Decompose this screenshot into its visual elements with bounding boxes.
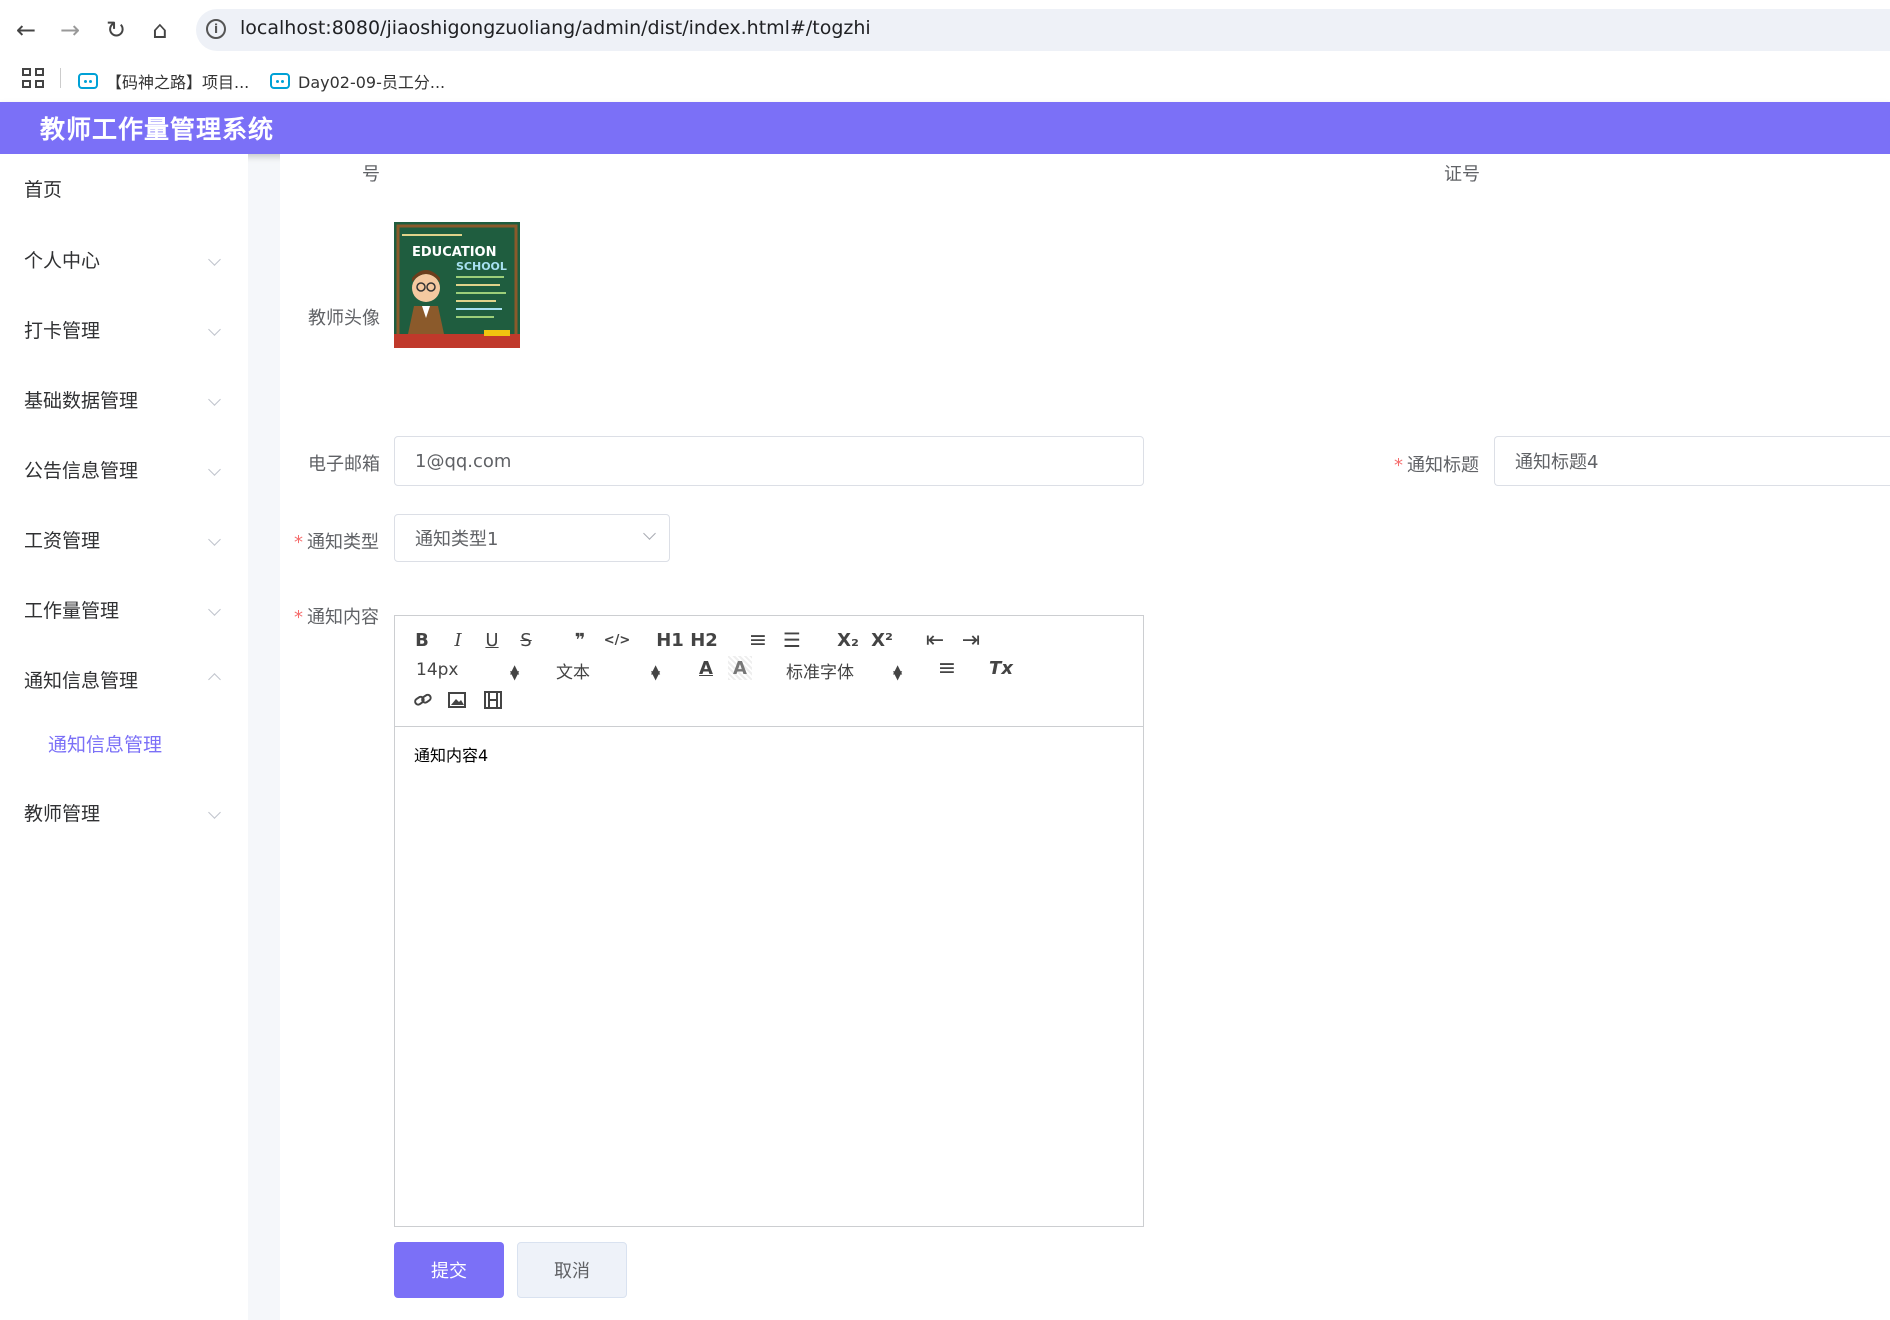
required-mark: * bbox=[1394, 455, 1403, 476]
sidebar-item-base-data[interactable]: 基础数据管理 bbox=[0, 364, 248, 434]
education-teacher-illustration: EDUCATION SCHOOL bbox=[394, 222, 520, 348]
sidebar-item-label: 首页 bbox=[24, 178, 63, 201]
teacher-avatar-image: EDUCATION SCHOOL bbox=[394, 222, 520, 348]
font-family-select-arrows-icon: ▼ bbox=[893, 668, 903, 682]
sidebar-item-notices[interactable]: 通知信息管理 bbox=[0, 644, 248, 714]
image-button[interactable] bbox=[444, 688, 470, 712]
font-size-select[interactable]: 14px bbox=[416, 658, 458, 682]
notice-title-label: * 通知标题 bbox=[1394, 451, 1479, 477]
chevron-down-icon bbox=[643, 527, 656, 540]
clean-format-button[interactable]: Tx bbox=[988, 656, 1014, 680]
link-button[interactable] bbox=[410, 688, 436, 712]
sidebar-item-checkin[interactable]: 打卡管理 bbox=[0, 294, 248, 364]
submenu-item-notices[interactable]: 通知信息管理 bbox=[0, 708, 248, 778]
outdent-button[interactable]: ⇤ bbox=[922, 628, 948, 653]
site-info-icon[interactable]: i bbox=[206, 19, 226, 39]
email-label: 电子邮箱 bbox=[308, 454, 380, 475]
bookmark-divider bbox=[60, 68, 61, 88]
home-icon[interactable]: ⌂ bbox=[142, 12, 178, 48]
url-text[interactable]: localhost:8080/jiaoshigongzuoliang/admin… bbox=[240, 17, 871, 39]
font-family-select[interactable]: 标准字体 bbox=[786, 658, 854, 683]
notice-type-label: * 通知类型 bbox=[294, 528, 379, 554]
chevron-up-icon bbox=[208, 672, 221, 686]
sidebar-item-label: 教师管理 bbox=[24, 802, 101, 825]
header-style-select-arrows-icon: ▼ bbox=[651, 668, 661, 682]
bookmark-item[interactable]: 【码神之路】项目... bbox=[78, 66, 249, 96]
heading-2-button[interactable]: H2 bbox=[690, 628, 718, 652]
chevron-down-icon bbox=[208, 602, 221, 616]
bookmark-item[interactable]: Day02-09-员工分... bbox=[270, 66, 445, 96]
editor-content[interactable]: 通知内容4 bbox=[414, 742, 488, 766]
sidebar-item-label: 打卡管理 bbox=[24, 319, 101, 342]
notice-type-value: 通知类型1 bbox=[415, 529, 499, 550]
apps-grid-icon[interactable] bbox=[20, 66, 44, 90]
video-button[interactable] bbox=[480, 688, 506, 712]
sidebar-item-home[interactable]: 首页 bbox=[0, 153, 248, 223]
text-color-button[interactable]: A bbox=[694, 656, 718, 680]
submit-button[interactable]: 提交 bbox=[394, 1242, 504, 1298]
underline-button[interactable]: U bbox=[480, 628, 504, 652]
app-header bbox=[0, 102, 1890, 154]
link-icon bbox=[414, 693, 432, 706]
chevron-down-icon bbox=[208, 462, 221, 476]
sidebar-item-personal-center[interactable]: 个人中心 bbox=[0, 224, 248, 294]
chevron-down-icon bbox=[208, 805, 221, 819]
bilibili-icon bbox=[78, 73, 98, 89]
image-icon bbox=[448, 692, 466, 708]
required-mark: * bbox=[294, 607, 303, 628]
blockquote-button[interactable]: ❞ bbox=[568, 628, 592, 652]
app-title: 教师工作量管理系统 bbox=[40, 115, 275, 144]
bookmark-label: 【码神之路】项目... bbox=[106, 73, 250, 92]
sidebar-item-label: 基础数据管理 bbox=[24, 389, 139, 412]
sidebar-item-label: 公告信息管理 bbox=[24, 459, 139, 482]
heading-1-button[interactable]: H1 bbox=[656, 628, 684, 652]
reload-icon[interactable]: ↻ bbox=[98, 12, 134, 48]
italic-button[interactable]: I bbox=[446, 628, 470, 652]
chevron-down-icon bbox=[208, 392, 221, 406]
avatar-label: 教师头像 bbox=[308, 308, 380, 329]
avatar-art-text: EDUCATION bbox=[412, 245, 496, 260]
bullet-list-button[interactable]: ☰ bbox=[780, 628, 804, 652]
background-color-button[interactable]: A bbox=[728, 656, 752, 680]
required-mark: * bbox=[294, 532, 303, 553]
sidebar-item-teachers[interactable]: 教师管理 bbox=[0, 777, 248, 847]
font-size-select-arrows-icon: ▼ bbox=[510, 668, 520, 682]
sidebar-item-label: 工资管理 bbox=[24, 529, 101, 552]
forward-arrow-icon[interactable]: → bbox=[52, 12, 88, 48]
sidebar-item-label: 工作量管理 bbox=[24, 599, 120, 622]
sidebar-item-salary[interactable]: 工资管理 bbox=[0, 504, 248, 574]
bookmark-label: Day02-09-员工分... bbox=[298, 73, 446, 92]
superscript-button[interactable]: X² bbox=[868, 628, 896, 652]
partial-field-label: 号 bbox=[362, 164, 380, 185]
strikethrough-button[interactable]: S bbox=[514, 628, 538, 652]
chevron-down-icon bbox=[208, 252, 221, 266]
partial-field-label: 证号 bbox=[1444, 164, 1480, 185]
sidebar-item-label: 个人中心 bbox=[24, 249, 101, 272]
chevron-down-icon bbox=[208, 532, 221, 546]
bilibili-icon bbox=[270, 73, 290, 89]
back-arrow-icon[interactable]: ← bbox=[8, 12, 44, 48]
email-input[interactable]: 1@qq.com bbox=[394, 436, 1144, 486]
align-button[interactable]: ≡ bbox=[934, 656, 960, 681]
notice-content-label-text: 通知内容 bbox=[307, 607, 379, 628]
notice-title-input[interactable]: 通知标题4 bbox=[1494, 436, 1890, 486]
notice-content-label: * 通知内容 bbox=[294, 603, 379, 629]
header-style-select[interactable]: 文本 bbox=[556, 658, 590, 683]
bold-button[interactable]: B bbox=[410, 628, 434, 652]
sidebar-item-announcements[interactable]: 公告信息管理 bbox=[0, 434, 248, 504]
chevron-down-icon bbox=[208, 322, 221, 336]
submenu-item-label: 通知信息管理 bbox=[48, 733, 163, 756]
ordered-list-button[interactable]: ≡ bbox=[746, 628, 770, 653]
code-block-button[interactable]: </> bbox=[602, 628, 632, 652]
sidebar-item-label: 通知信息管理 bbox=[24, 669, 139, 692]
indent-button[interactable]: ⇥ bbox=[958, 628, 984, 653]
avatar-art-text-2: SCHOOL bbox=[456, 260, 507, 273]
sidebar-item-workload[interactable]: 工作量管理 bbox=[0, 574, 248, 644]
subscript-button[interactable]: X₂ bbox=[834, 628, 862, 652]
cancel-button[interactable]: 取消 bbox=[517, 1242, 627, 1298]
notice-type-label-text: 通知类型 bbox=[307, 532, 379, 553]
notice-type-select[interactable]: 通知类型1 bbox=[394, 514, 670, 562]
notice-title-label-text: 通知标题 bbox=[1407, 455, 1479, 476]
video-icon bbox=[484, 691, 502, 709]
